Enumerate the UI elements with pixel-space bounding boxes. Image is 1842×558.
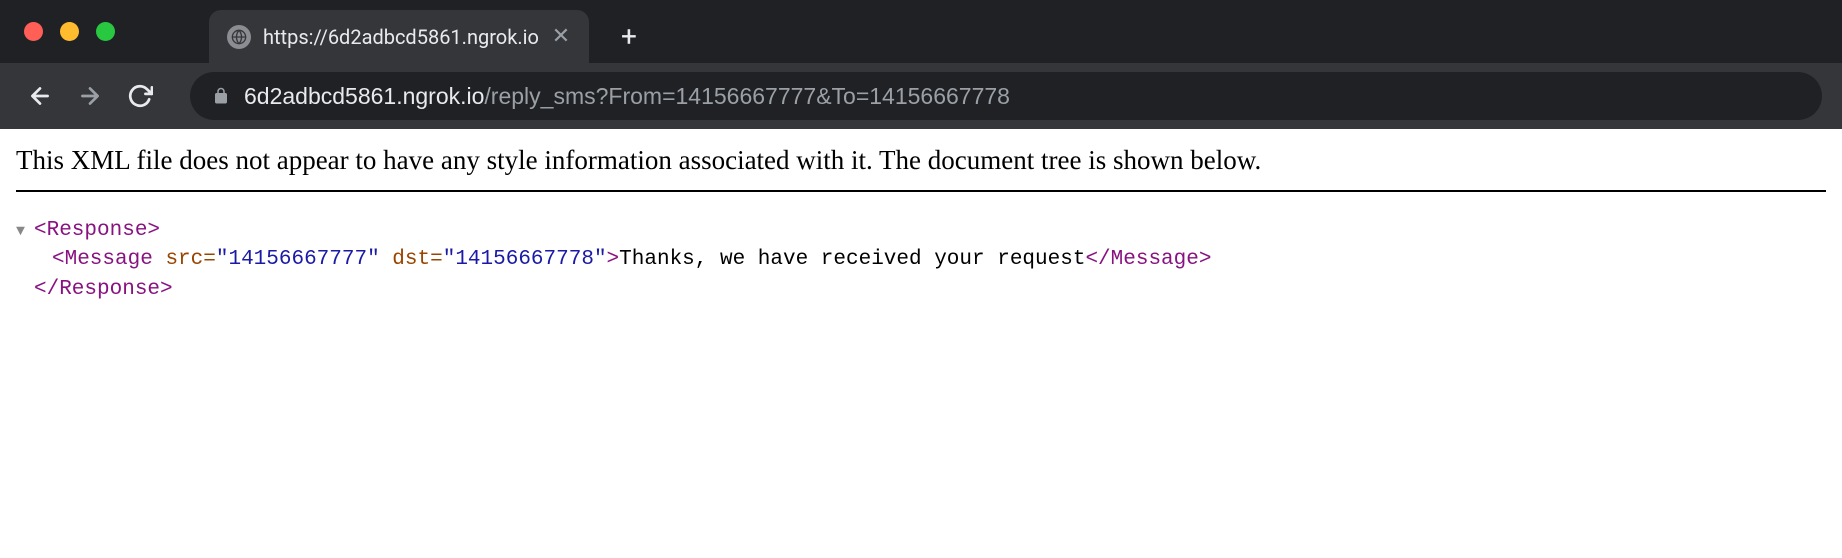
browser-chrome: https://6d2adbcd5861.ngrok.io ✕ +	[0, 0, 1842, 129]
back-button[interactable]	[20, 76, 60, 116]
toolbar: 6d2adbcd5861.ngrok.io/reply_sms?From=141…	[0, 63, 1842, 129]
forward-button[interactable]	[70, 76, 110, 116]
url-text: 6d2adbcd5861.ngrok.io/reply_sms?From=141…	[244, 83, 1010, 110]
window-maximize-button[interactable]	[96, 22, 115, 41]
window-controls	[24, 22, 115, 41]
window-close-button[interactable]	[24, 22, 43, 41]
xml-notice: This XML file does not appear to have an…	[16, 145, 1826, 192]
url-domain: 6d2adbcd5861.ngrok.io	[244, 83, 484, 109]
xml-root-open[interactable]: ▼<Response>	[16, 216, 1826, 245]
lock-icon	[212, 87, 230, 105]
window-minimize-button[interactable]	[60, 22, 79, 41]
address-bar[interactable]: 6d2adbcd5861.ngrok.io/reply_sms?From=141…	[190, 72, 1822, 120]
new-tab-button[interactable]: +	[609, 17, 649, 57]
tab-title: https://6d2adbcd5861.ngrok.io	[263, 25, 539, 49]
browser-tab[interactable]: https://6d2adbcd5861.ngrok.io ✕	[209, 10, 589, 63]
url-path: /reply_sms?From=14156667777&To=141566677…	[484, 83, 1010, 109]
xml-message-element: <Message src="14156667777" dst="14156667…	[16, 245, 1826, 274]
page-content: This XML file does not appear to have an…	[0, 129, 1842, 320]
xml-root-close: </Response>	[16, 275, 1826, 304]
xml-tree: ▼<Response> <Message src="14156667777" d…	[16, 216, 1826, 304]
tab-bar: https://6d2adbcd5861.ngrok.io ✕ +	[0, 0, 1842, 63]
close-tab-button[interactable]: ✕	[551, 27, 571, 47]
disclosure-triangle-icon[interactable]: ▼	[16, 221, 30, 242]
globe-icon	[227, 25, 251, 49]
reload-button[interactable]	[120, 76, 160, 116]
